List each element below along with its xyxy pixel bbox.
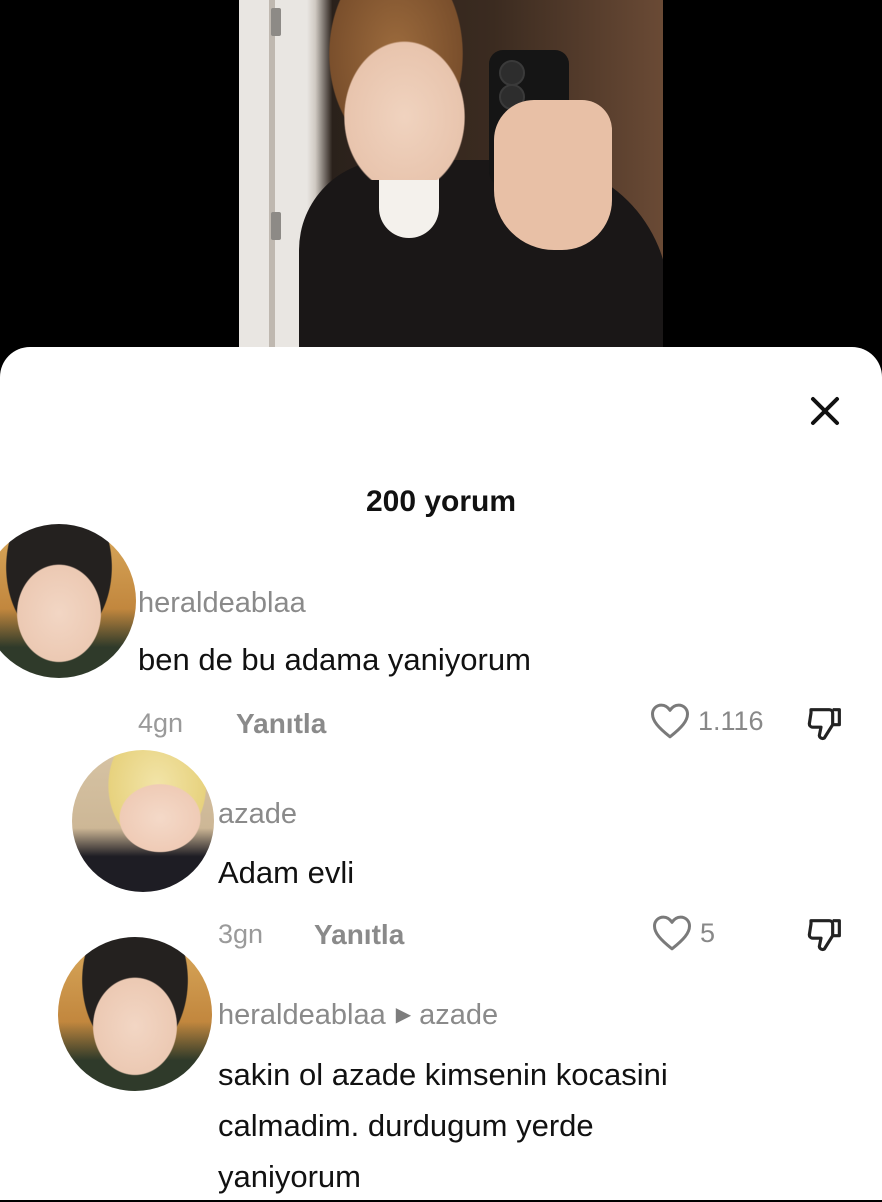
- comment-text: ben de bu adama yaniyorum: [138, 642, 531, 677]
- like-button[interactable]: 1.116: [650, 702, 764, 740]
- comment-text-line: calmadim. durdugum yerde: [218, 1108, 594, 1143]
- reply-to-username[interactable]: azade: [419, 999, 498, 1031]
- camera-lens: [499, 60, 525, 86]
- reply-button[interactable]: Yanıtla: [236, 708, 326, 740]
- reply-button[interactable]: Yanıtla: [314, 919, 404, 951]
- comments-count-title: 200 yorum: [365, 485, 517, 518]
- hand: [494, 100, 612, 250]
- comment-text: sakin ol azade kimsenin kocasini calmadi…: [218, 1049, 668, 1202]
- thumbs-down-icon[interactable]: [806, 703, 846, 743]
- comment-time: 3gn: [218, 919, 264, 949]
- comment-text: Adam evli: [218, 855, 355, 890]
- like-count: 5: [700, 917, 716, 948]
- comment-text-line: yaniyorum: [218, 1159, 361, 1194]
- heart-icon: [651, 703, 689, 739]
- door-hinge: [271, 212, 281, 240]
- close-icon[interactable]: [808, 394, 842, 428]
- shirt-collar: [379, 178, 439, 238]
- comment-text-line: sakin ol azade kimsenin kocasini: [218, 1057, 668, 1092]
- caret-right-icon: ▶: [395, 1004, 412, 1026]
- like-count: 1.116: [698, 705, 764, 736]
- post-photo: [239, 0, 663, 350]
- comment-username[interactable]: heraldeablaa: [218, 999, 386, 1031]
- heart-icon: [653, 915, 691, 951]
- door-hinge: [271, 8, 281, 36]
- comments-sheet: 200 yorum heraldeablaa ben de bu adama y…: [0, 347, 882, 1200]
- comment-username-line: heraldeablaa ▶ azade: [218, 999, 498, 1032]
- thumbs-down-icon[interactable]: [806, 914, 846, 954]
- person-head: [311, 0, 481, 180]
- comment-username[interactable]: azade: [218, 798, 297, 831]
- door-frame: [269, 0, 275, 350]
- comment-time: 4gn: [138, 708, 184, 738]
- avatar[interactable]: [58, 937, 212, 1091]
- comment-username[interactable]: heraldeablaa: [138, 587, 306, 620]
- avatar[interactable]: [0, 524, 136, 678]
- avatar[interactable]: [72, 750, 214, 892]
- like-button[interactable]: 5: [652, 914, 715, 952]
